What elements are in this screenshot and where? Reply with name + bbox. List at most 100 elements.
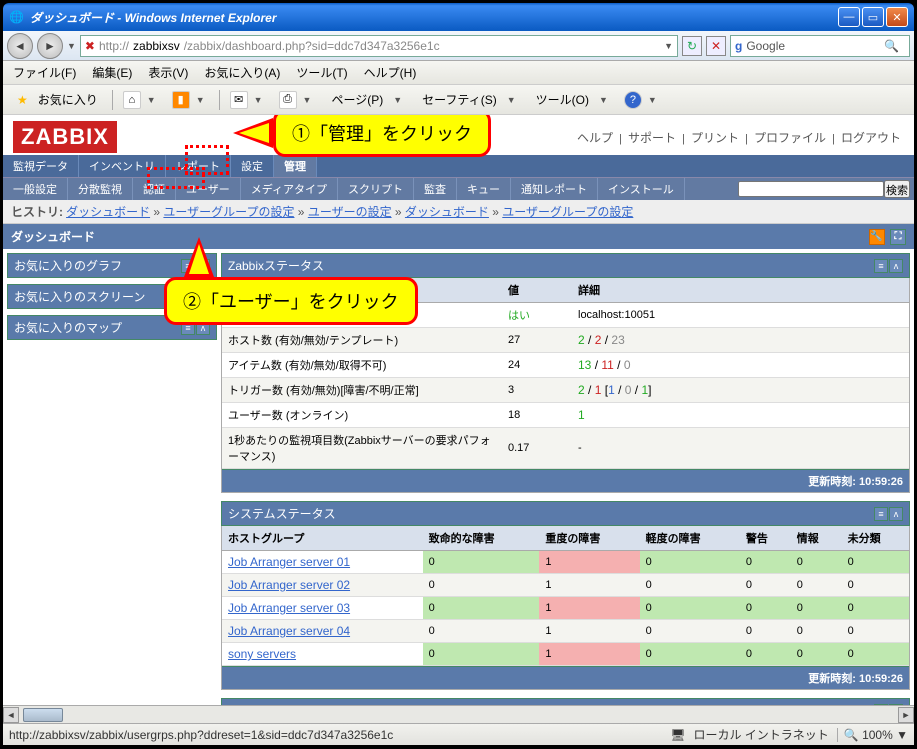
menu-tools[interactable]: ツール(T) — [292, 62, 351, 83]
hostgroup-link[interactable]: Job Arranger server 03 — [228, 601, 350, 615]
sub-nav-tab[interactable]: メディアタイプ — [241, 178, 338, 200]
zabbix-logo: ZABBIX — [13, 121, 117, 153]
feeds-button[interactable]: ▮▼ — [168, 89, 213, 111]
safety-menu[interactable]: セーフティ(S)▼ — [414, 87, 523, 112]
table-cell: 0 — [842, 643, 909, 666]
link-print[interactable]: プリント — [688, 131, 742, 145]
annotation-box-2 — [147, 167, 205, 189]
panel-menu-icon[interactable]: ≡ — [874, 704, 888, 705]
sub-nav-tab[interactable]: スクリプト — [338, 178, 414, 200]
sub-nav-tab[interactable]: キュー — [457, 178, 511, 200]
close-button[interactable]: ✕ — [886, 7, 908, 27]
link-support[interactable]: サポート — [625, 131, 679, 145]
back-button[interactable]: ◄ — [7, 33, 33, 59]
table-header: 未分類 — [842, 526, 909, 551]
sub-nav-tab[interactable]: 監査 — [414, 178, 457, 200]
main-nav-tab[interactable]: 設定 — [231, 155, 274, 177]
config-icon[interactable]: 🔧 — [869, 229, 885, 245]
table-cell: 3 — [502, 378, 572, 403]
table-cell: 2 / 2 / 23 — [572, 328, 909, 353]
page-menu[interactable]: ページ(P)▼ — [323, 87, 410, 112]
table-cell: 0 — [740, 597, 791, 620]
link-profile[interactable]: プロファイル — [751, 131, 829, 145]
help-button[interactable]: ?▼ — [620, 89, 665, 111]
google-icon: g — [735, 39, 742, 53]
stop-button[interactable]: ✕ — [706, 36, 726, 56]
table-cell: 0 — [423, 597, 540, 620]
annotation-1-text: ①「管理」をクリック — [273, 115, 491, 157]
panel-menu-icon[interactable]: ≡ — [874, 259, 888, 273]
table-cell: - — [572, 428, 909, 469]
main-nav-tab[interactable]: 管理 — [274, 155, 317, 177]
panel-menu-icon[interactable]: ≡ — [874, 507, 888, 521]
link-logout[interactable]: ログアウト — [838, 131, 904, 145]
table-cell: 0 — [640, 643, 740, 666]
zabbix-search-input[interactable] — [738, 181, 884, 197]
table-cell: 18 — [502, 403, 572, 428]
menu-file[interactable]: ファイル(F) — [9, 62, 80, 83]
panel-collapse-icon[interactable]: ʌ — [889, 704, 903, 705]
history-link[interactable]: ユーザーグループの設定 — [502, 205, 633, 219]
fav-maps-title: お気に入りのマップ — [14, 319, 122, 336]
table-cell: ホスト数 (有効/無効/テンプレート) — [222, 328, 502, 353]
url-dropdown-icon[interactable]: ▼ — [664, 41, 673, 51]
internet-zone-label: ローカル イントラネット — [693, 726, 828, 743]
panel-collapse-icon[interactable]: ʌ — [889, 259, 903, 273]
system-status-panel-header: システムステータス ≡ʌ — [221, 501, 910, 526]
table-header: 情報 — [791, 526, 842, 551]
main-nav-tab[interactable]: 監視データ — [3, 155, 79, 177]
hostgroup-link[interactable]: Job Arranger server 01 — [228, 555, 350, 569]
table-cell: 0 — [791, 551, 842, 574]
table-cell: 0 — [791, 574, 842, 597]
readmail-button[interactable]: ✉▼ — [226, 89, 271, 111]
sub-nav-tab[interactable]: 通知レポート — [511, 178, 598, 200]
address-bar[interactable]: ✖ http://zabbixsv/zabbix/dashboard.php?s… — [80, 35, 678, 57]
hostgroup-link[interactable]: sony servers — [228, 647, 296, 661]
browser-toolbar: ★お気に入り ⌂▼ ▮▼ ✉▼ ⎙▼ ページ(P)▼ セーフティ(S)▼ ツール… — [3, 85, 914, 115]
search-engine-label: Google — [746, 39, 785, 53]
fullscreen-icon[interactable]: ⛶ — [890, 229, 906, 245]
forward-button[interactable]: ► — [37, 33, 63, 59]
zabbix-sub-nav: 一般設定分散監視認証ユーザーメディアタイプスクリプト監査キュー通知レポートインス… — [3, 177, 914, 200]
print-button[interactable]: ⎙▼ — [275, 89, 320, 111]
history-link[interactable]: ダッシュボード — [66, 205, 150, 219]
search-icon[interactable]: 🔍 — [884, 39, 899, 53]
sub-nav-tab[interactable]: 一般設定 — [3, 178, 68, 200]
browser-search[interactable]: g Google 🔍 — [730, 35, 910, 57]
history-link[interactable]: ダッシュボード — [405, 205, 489, 219]
maximize-button[interactable]: ▭ — [862, 7, 884, 27]
table-cell: 0 — [640, 597, 740, 620]
host-status-panel-header: ホストステータス ≡ʌ — [221, 698, 910, 705]
zabbix-search: 検索 — [734, 178, 914, 200]
system-status-title: システムステータス — [228, 505, 336, 522]
favorites-button[interactable]: ★お気に入り — [9, 87, 106, 112]
sub-nav-tab[interactable]: インストール — [598, 178, 685, 200]
sub-nav-tab[interactable]: 分散監視 — [68, 178, 133, 200]
history-link[interactable]: ユーザーの設定 — [308, 205, 392, 219]
zoom-control[interactable]: 🔍 100% ▼ — [837, 728, 908, 742]
history-link[interactable]: ユーザーグループの設定 — [163, 205, 294, 219]
table-cell: 27 — [502, 328, 572, 353]
zabbix-search-button[interactable]: 検索 — [884, 180, 910, 198]
home-button[interactable]: ⌂▼ — [119, 89, 164, 111]
panel-collapse-icon[interactable]: ʌ — [889, 507, 903, 521]
table-cell: 1 — [539, 597, 639, 620]
nav-history-dropdown[interactable]: ▼ — [67, 41, 76, 51]
link-help[interactable]: ヘルプ — [574, 131, 616, 145]
hostgroup-link[interactable]: Job Arranger server 04 — [228, 624, 350, 638]
table-cell: 0 — [423, 643, 540, 666]
tools-menu[interactable]: ツール(O)▼ — [528, 87, 616, 112]
refresh-button[interactable]: ↻ — [682, 36, 702, 56]
table-cell: 0.17 — [502, 428, 572, 469]
horizontal-scrollbar[interactable]: ◄► — [3, 705, 914, 723]
menu-favorites[interactable]: お気に入り(A) — [200, 62, 284, 83]
table-cell: 1 — [572, 403, 909, 428]
table-cell: 0 — [423, 574, 540, 597]
table-cell: 1秒あたりの監視項目数(Zabbixサーバーの要求パフォーマンス) — [222, 428, 502, 469]
menu-edit[interactable]: 編集(E) — [88, 62, 136, 83]
menu-help[interactable]: ヘルプ(H) — [360, 62, 421, 83]
menu-view[interactable]: 表示(V) — [144, 62, 192, 83]
table-cell: 0 — [740, 551, 791, 574]
minimize-button[interactable]: — — [838, 7, 860, 27]
hostgroup-link[interactable]: Job Arranger server 02 — [228, 578, 350, 592]
